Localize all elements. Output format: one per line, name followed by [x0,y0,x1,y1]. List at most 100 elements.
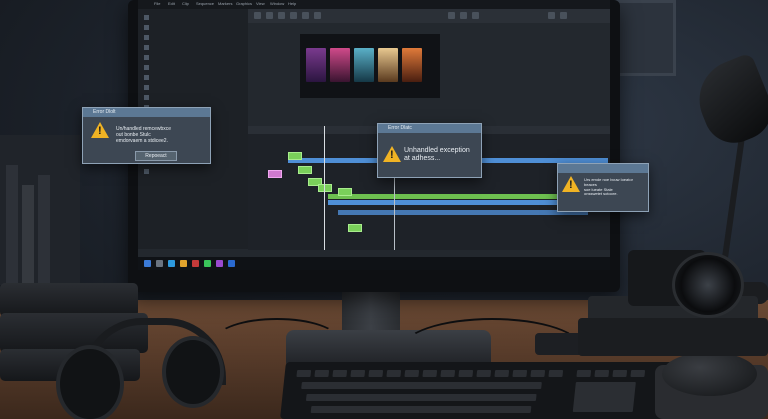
timeline-track[interactable] [338,210,588,215]
loop-icon[interactable] [472,12,479,19]
key [476,370,492,377]
panel-item[interactable] [144,15,240,20]
timeline-clip[interactable] [288,152,302,160]
dialog-titlebar[interactable]: Error Dlolt [83,108,210,117]
menu-help[interactable]: Help [288,1,296,6]
book [22,185,34,285]
editor-toolbar [248,9,610,23]
slip-tool-icon[interactable] [278,12,285,19]
os-taskbar [138,257,610,270]
key [630,370,646,377]
error-dialog[interactable]: Error Dlatc ! Unhandled exception at adh… [377,123,482,178]
keyboard [280,362,676,419]
start-icon[interactable] [144,260,151,267]
panel-item[interactable] [144,85,240,90]
camera-lens [672,252,744,318]
key [530,370,546,377]
app-icon[interactable] [204,260,211,267]
timeline-track[interactable] [328,194,558,199]
warning-mark: ! [390,149,394,161]
key [458,370,474,377]
panel-item[interactable] [144,75,240,80]
text-tool-icon[interactable] [314,12,321,19]
cable [215,318,339,362]
panel-item[interactable] [144,25,240,30]
clip-icon [144,55,149,60]
key [350,370,366,377]
menu-file[interactable]: File [154,1,160,6]
key-row [310,406,532,413]
panel-item[interactable] [144,65,240,70]
folder-icon [144,15,149,20]
pen-tool-icon[interactable] [290,12,297,19]
timeline-clip[interactable] [318,184,332,192]
app-icon[interactable] [192,260,199,267]
menu-view[interactable]: View [256,1,265,6]
key [512,370,528,377]
cut-icon[interactable] [266,12,273,19]
panel-item[interactable] [144,169,240,174]
key [296,370,312,377]
dialog-titlebar[interactable]: Error Dlatc [378,124,481,133]
audio-icon [144,95,149,100]
menu-clip[interactable]: Clip [182,1,189,6]
external-drive [0,283,138,317]
bookshelf [0,135,80,285]
key [594,370,610,377]
video-editor-icon[interactable] [216,260,223,267]
settings-icon[interactable] [560,12,567,19]
folder-icon[interactable] [180,260,187,267]
numpad [572,382,636,412]
program-monitor-preview [300,34,440,98]
poster-thumbnail [354,48,374,82]
timeline-clip[interactable] [348,224,362,232]
key [422,370,438,377]
panel-item[interactable] [144,95,240,100]
timeline-clip[interactable] [268,170,282,178]
key [314,370,330,377]
error-message: Un/handled remcewbxce out bonbe Stulc em… [116,126,172,144]
editor-menubar[interactable]: File Edit Clip Sequence Markers Graphics… [138,0,610,9]
hand-tool-icon[interactable] [302,12,309,19]
timeline-clip[interactable] [338,188,352,196]
error-dialog[interactable]: ! Urs emde noe bcuw loeator beaces soe l… [557,163,649,212]
key-row [305,394,537,401]
book [6,165,18,285]
desk-lamp-icon [687,52,768,152]
panel-item[interactable] [144,45,240,50]
key [576,370,592,377]
export-icon[interactable] [548,12,555,19]
key [368,370,384,377]
folder-icon [144,25,149,30]
step-icon[interactable] [460,12,467,19]
app-icon[interactable] [228,260,235,267]
menu-edit[interactable]: Edit [168,1,175,6]
browser-icon[interactable] [168,260,175,267]
panel-item[interactable] [144,35,240,40]
play-icon[interactable] [448,12,455,19]
computer-mouse [662,352,757,396]
error-dialog[interactable]: Error Dlolt ! Un/handled remcewbxce out … [82,107,211,164]
select-tool-icon[interactable] [254,12,261,19]
menu-graphics[interactable]: Graphics [236,1,252,6]
search-icon[interactable] [156,260,163,267]
key [332,370,348,377]
clip-icon [144,85,149,90]
book [38,175,50,285]
menu-sequence[interactable]: Sequence [196,1,214,6]
menu-window[interactable]: Window [270,1,284,6]
timeline-playhead[interactable] [324,126,325,250]
key [404,370,420,377]
key [386,370,402,377]
poster-thumbnail [378,48,398,82]
clip-icon [144,45,149,50]
poster-thumbnail [402,48,422,82]
timeline-clip[interactable] [298,166,312,174]
dialog-titlebar[interactable] [558,164,648,173]
clip-icon [144,65,149,70]
menu-markers[interactable]: Markers [218,1,232,6]
key-row [301,382,542,389]
error-message: Unhandled exception at adhess... [404,147,470,163]
panel-item[interactable] [144,55,240,60]
report-button[interactable]: Repoeact [135,151,177,161]
